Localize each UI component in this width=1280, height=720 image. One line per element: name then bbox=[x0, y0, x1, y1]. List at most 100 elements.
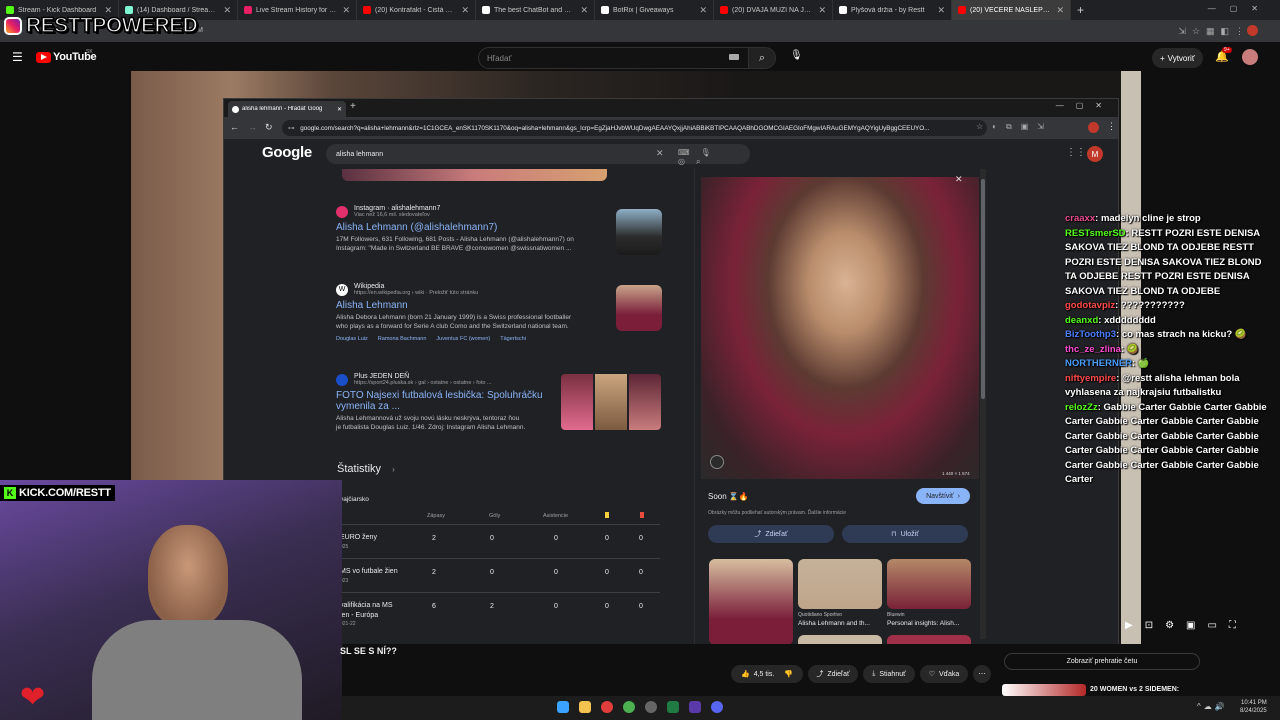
create-button[interactable]: + Vytvoriť bbox=[1152, 48, 1203, 68]
close-panel-icon[interactable]: ✕ bbox=[955, 174, 963, 185]
tray-icons[interactable]: ^☁🔊 bbox=[1197, 702, 1228, 711]
thumbs-down-icon[interactable]: 👎 bbox=[784, 670, 793, 678]
visit-button[interactable]: Navštíviť › bbox=[916, 488, 970, 504]
like-button[interactable]: 👍 4,5 tis. 👎 bbox=[731, 665, 803, 683]
tab-close-icon[interactable]: ✕ bbox=[1056, 5, 1064, 16]
reload-icon[interactable]: ↻ bbox=[265, 122, 273, 133]
inner-profile-avatar[interactable] bbox=[1088, 122, 1099, 133]
site-info-icon[interactable]: ⊶ bbox=[288, 125, 294, 132]
inner-window-controls[interactable]: —▢✕ bbox=[1056, 101, 1114, 110]
player-controls-right[interactable]: ▶⊡⚙▣▭⛶ bbox=[1125, 620, 1248, 631]
tab-close-icon[interactable]: ✕ bbox=[580, 5, 588, 16]
microphone-icon[interactable]: 🎙 bbox=[790, 50, 803, 61]
search-tools-icons[interactable]: ⌨🎙◎⌕ bbox=[678, 148, 750, 167]
chat-message: relozZz: Gabbie Carter Gabbie Carter Gab… bbox=[1065, 401, 1267, 486]
tab-close-icon[interactable]: ✕ bbox=[937, 5, 945, 16]
google-search-input[interactable]: alisha lehmann ✕ ⌨🎙◎⌕ bbox=[326, 144, 750, 167]
result-wikipedia: W Wikipedia https://en.wikipedia.org › w… bbox=[336, 283, 626, 342]
related-title[interactable]: Alisha Lehmann and th... bbox=[798, 620, 870, 627]
excel-icon[interactable] bbox=[667, 701, 679, 713]
more-actions-button[interactable]: ⋯ bbox=[973, 665, 991, 683]
result-thumbnail[interactable] bbox=[561, 374, 593, 430]
chat-username: godotavpiz bbox=[1065, 300, 1116, 311]
windows-start-icon[interactable] bbox=[557, 701, 569, 713]
keyboard-icon[interactable] bbox=[729, 54, 739, 60]
result-source: Plus JEDEN DEŇ bbox=[354, 373, 410, 380]
inner-toolbar-icons[interactable]: ☆◐⧉▣⇲ bbox=[976, 122, 1053, 132]
result-thumbnail[interactable] bbox=[616, 285, 662, 331]
google-account-avatar[interactable]: M bbox=[1087, 146, 1103, 162]
show-chat-replay-button[interactable]: Zobraziť prehratie četu bbox=[1004, 653, 1200, 670]
related-chip[interactable]: Ramona Bachmann bbox=[378, 336, 427, 342]
clear-search-icon[interactable]: ✕ bbox=[656, 148, 664, 159]
chevron-right-icon: › bbox=[957, 492, 960, 500]
related-image[interactable] bbox=[887, 559, 971, 609]
related-image[interactable] bbox=[798, 559, 882, 609]
related-chip[interactable]: Tägertschi bbox=[500, 336, 526, 342]
browser-tab[interactable]: (20) VEČERE NASLEPO - STRČ✕ bbox=[952, 0, 1071, 20]
result-thumbnail[interactable] bbox=[629, 374, 661, 430]
recommended-title[interactable]: 20 WOMEN vs 2 SIDEMEN: bbox=[1090, 686, 1179, 693]
browser-tab[interactable]: Plyšová držiа - by Restt ✕ bbox=[833, 0, 952, 20]
browser-tab[interactable]: (20) Kontrafakt - Čistá Duša ✕ bbox=[357, 0, 476, 20]
brave-browser-icon[interactable] bbox=[601, 701, 613, 713]
browser-tab[interactable]: BotRix | Giveaways ✕ bbox=[595, 0, 714, 20]
apps-grid-icon[interactable]: ⋮⋮ bbox=[1066, 147, 1086, 158]
chrome-icon[interactable] bbox=[623, 701, 635, 713]
lens-icon[interactable] bbox=[710, 455, 724, 469]
result-title[interactable]: vymenila za ... bbox=[336, 401, 566, 412]
obs-icon[interactable] bbox=[645, 701, 657, 713]
share-button[interactable]: ⤴ Zdieľať bbox=[708, 525, 834, 543]
browser-tab[interactable]: The best ChatBot and Widgets✕ bbox=[476, 0, 595, 20]
inner-new-tab-button[interactable]: + bbox=[350, 101, 356, 112]
caption-text: Soon bbox=[708, 492, 727, 501]
premiere-icon[interactable] bbox=[689, 701, 701, 713]
result-thumbnail[interactable] bbox=[595, 374, 627, 430]
search-input[interactable]: Hľadať bbox=[478, 47, 774, 69]
tab-close-icon[interactable]: ✕ bbox=[342, 5, 350, 16]
chat-username: NORTHERNER bbox=[1065, 358, 1133, 369]
profile-avatar[interactable] bbox=[1247, 25, 1258, 36]
new-tab-button[interactable]: + bbox=[1077, 3, 1084, 17]
panel-image[interactable] bbox=[701, 177, 979, 479]
tab-close-icon[interactable]: ✕ bbox=[223, 5, 231, 16]
related-chip[interactable]: Juventus FC (women) bbox=[436, 336, 490, 342]
result-title[interactable]: Alisha Lehmann bbox=[336, 300, 626, 311]
forward-icon[interactable]: → bbox=[248, 122, 257, 132]
thanks-button[interactable]: ♡ Vďaka bbox=[920, 665, 968, 683]
share-video-button[interactable]: ⤴ Zdieľať bbox=[808, 665, 858, 683]
google-query: alisha lehmann bbox=[336, 150, 384, 158]
related-title[interactable]: Personal insights: Alish... bbox=[887, 620, 959, 627]
inner-tab[interactable]: alisha lehmann - Hľadať Goog ✕ bbox=[228, 101, 346, 117]
tab-close-icon[interactable]: ✕ bbox=[461, 5, 469, 16]
inner-tab-close-icon[interactable]: ✕ bbox=[337, 106, 342, 113]
recommended-thumbnail[interactable] bbox=[1002, 684, 1086, 696]
tab-close-icon[interactable]: ✕ bbox=[818, 5, 826, 16]
result-image-group[interactable] bbox=[561, 374, 661, 430]
taskbar-clock[interactable]: 10:41 PM 8/24/2025 bbox=[1240, 699, 1267, 715]
inner-url-field[interactable]: ⊶ google.com/search?q=alisha+lehmann&rlz… bbox=[282, 120, 987, 136]
browser-tab[interactable]: (20) DVAJA MUŽI NA JEDNOM ✕ bbox=[714, 0, 833, 20]
google-logo[interactable]: Google bbox=[262, 144, 312, 161]
toolbar-icons[interactable]: ⇲☆▦◧⋮ bbox=[1178, 26, 1250, 37]
result-title[interactable]: Alisha Lehmann (@alishalehmann7) bbox=[336, 222, 626, 233]
stats-heading[interactable]: Štatistiky › bbox=[337, 463, 395, 475]
account-avatar[interactable] bbox=[1242, 49, 1258, 65]
tab-close-icon[interactable]: ✕ bbox=[699, 5, 707, 16]
result-title[interactable]: FOTO Najsexi futbalová lesbička: Spoluhr… bbox=[336, 390, 566, 401]
discord-icon[interactable] bbox=[711, 701, 723, 713]
download-button[interactable]: ⤓ Stiahnuť bbox=[863, 665, 915, 683]
search-button[interactable]: ⌕ bbox=[748, 47, 776, 69]
browser-tab[interactable]: Live Stream History for Blerp ✕ bbox=[238, 0, 357, 20]
result-thumbnail[interactable] bbox=[616, 209, 662, 255]
file-explorer-icon[interactable] bbox=[579, 701, 591, 713]
menu-icon[interactable]: ☰ bbox=[12, 50, 23, 64]
panel-scrollbar[interactable] bbox=[980, 169, 986, 639]
stats-value: 6 bbox=[432, 603, 436, 610]
back-icon[interactable]: ← bbox=[230, 122, 239, 132]
related-chip[interactable]: Douglas Luiz bbox=[336, 336, 368, 342]
scrollbar-thumb[interactable] bbox=[981, 179, 985, 399]
save-button[interactable]: ⊓ Uložiť bbox=[842, 525, 968, 543]
related-image[interactable] bbox=[709, 559, 793, 645]
inner-menu-icon[interactable]: ⋮ bbox=[1107, 121, 1116, 132]
